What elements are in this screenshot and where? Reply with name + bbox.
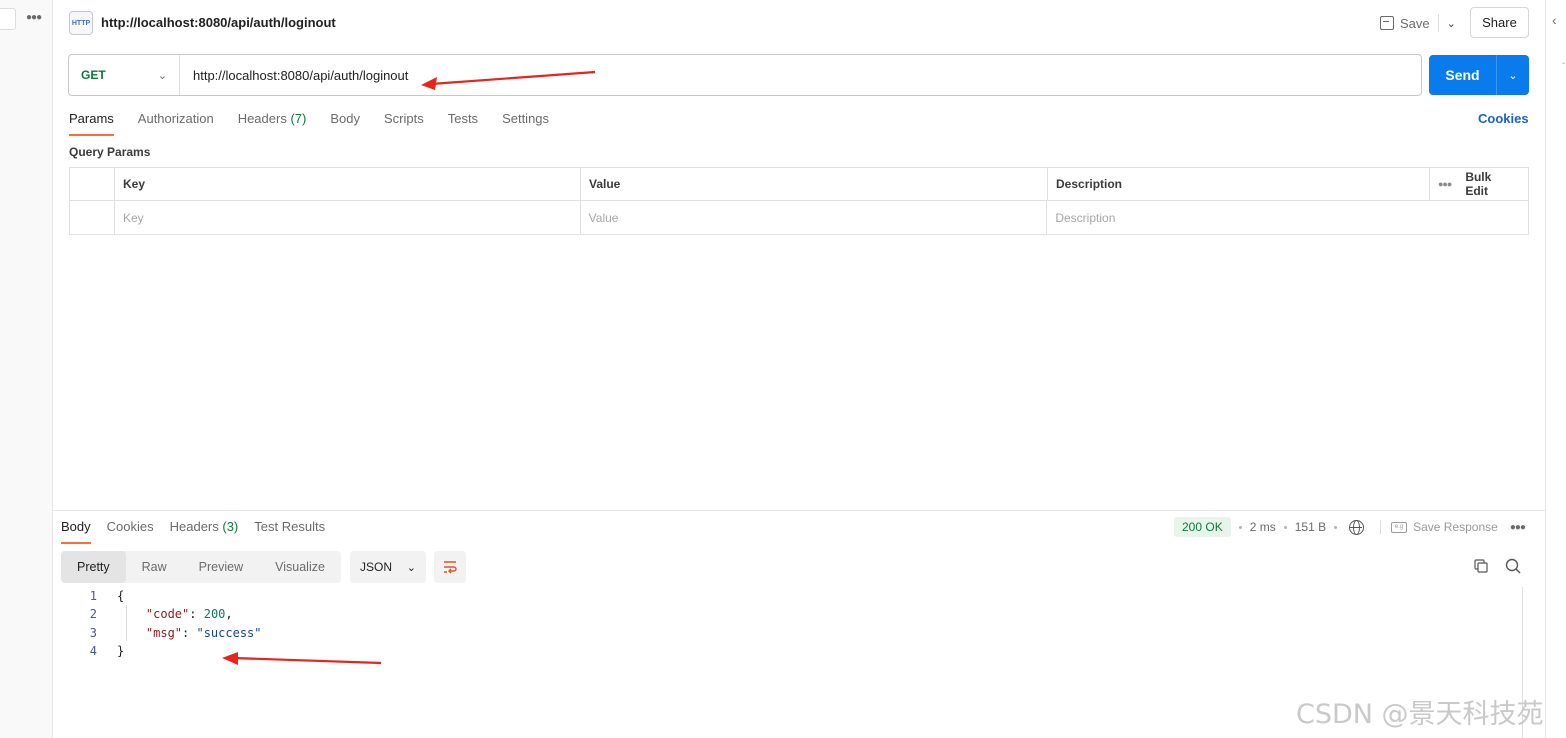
response-headers-count: (3) [222, 519, 239, 534]
response-status-row: 200 OK 2 ms 151 B e.g Save Response ●●● [1174, 516, 1526, 538]
code-text: "code": 200, [145, 607, 233, 622]
row-checkbox-cell[interactable] [70, 201, 115, 234]
request-tabs: Params Authorization Headers (7) Body Sc… [69, 108, 573, 136]
code-line: 3 "msg": "success" [61, 624, 262, 642]
key-input[interactable]: Key [115, 201, 581, 234]
description-input[interactable]: Description [1047, 201, 1528, 234]
right-sidebar-strip: ‹ ‐ [1545, 0, 1566, 738]
bulk-edit-button[interactable]: Bulk Edit [1465, 170, 1516, 198]
line-number: 1 [89, 589, 97, 604]
left-sidebar-strip: ●●● [0, 0, 53, 738]
code-line: 4 } [61, 642, 262, 660]
response-tabs: Body Cookies Headers (3) Test Results [61, 516, 341, 544]
more-options-icon[interactable]: ●●● [1510, 522, 1526, 533]
indent-guide [126, 605, 127, 641]
line-number: 3 [89, 625, 97, 640]
dot-separator [1238, 525, 1242, 529]
request-workspace: HTTP http://localhost:8080/api/auth/logi… [53, 0, 1545, 738]
method-select[interactable]: GET ⌄ [69, 55, 180, 95]
watermark: CSDN @景天科技苑 [1296, 699, 1544, 730]
response-tab-headers[interactable]: Headers (3) [170, 516, 239, 544]
line-number: 2 [89, 607, 97, 622]
save-control: Save ⌄ [1380, 10, 1456, 36]
line-number: 4 [89, 644, 97, 659]
url-bar: GET ⌄ [68, 54, 1422, 96]
copy-icon[interactable] [1474, 559, 1488, 573]
request-title[interactable]: http://localhost:8080/api/auth/loginout [101, 15, 336, 30]
tab-headers[interactable]: Headers (7) [238, 108, 307, 136]
view-pretty[interactable]: Pretty [61, 551, 126, 583]
code-line: 1 { [61, 587, 262, 605]
header-checkbox-cell [70, 168, 115, 200]
chevron-down-icon: ⌄ [157, 69, 167, 82]
wrap-lines-icon [444, 561, 457, 574]
tab-tests[interactable]: Tests [448, 108, 478, 136]
save-icon [1380, 16, 1394, 30]
view-raw[interactable]: Raw [126, 551, 183, 583]
params-header-row: Key Value Description ●●● Bulk Edit [70, 168, 1528, 201]
http-request-icon: HTTP [69, 11, 93, 35]
response-tab-cookies[interactable]: Cookies [107, 516, 154, 544]
dot-separator [1334, 525, 1338, 529]
query-params-title: Query Params [69, 145, 151, 159]
save-response-icon: e.g [1391, 521, 1408, 533]
tab-body[interactable]: Body [330, 108, 360, 136]
method-label: GET [81, 68, 106, 82]
tab-scripts[interactable]: Scripts [384, 108, 424, 136]
value-input[interactable]: Value [581, 201, 1048, 234]
response-divider[interactable] [53, 510, 1545, 511]
send-button[interactable]: Send [1429, 55, 1496, 95]
column-header-key: Key [115, 168, 581, 200]
tab-settings[interactable]: Settings [502, 108, 549, 136]
sidebar-collapse-stub[interactable] [0, 8, 16, 30]
save-divider [1437, 14, 1439, 32]
right-panel-mark-icon: ‐ [1562, 58, 1566, 69]
search-icon[interactable] [1505, 558, 1521, 574]
more-options-icon[interactable]: ●●● [26, 12, 42, 23]
url-input[interactable] [180, 55, 1421, 95]
response-time[interactable]: 2 ms [1250, 520, 1276, 534]
dot-separator [1283, 525, 1287, 529]
code-text: { [117, 589, 125, 604]
response-tab-test-results[interactable]: Test Results [254, 516, 325, 544]
tab-authorization[interactable]: Authorization [138, 108, 214, 136]
view-visualize[interactable]: Visualize [259, 551, 341, 583]
save-button[interactable]: Save [1400, 16, 1430, 31]
column-header-value: Value [581, 168, 1048, 200]
code-text: "msg": "success" [145, 625, 262, 640]
headers-count: (7) [290, 111, 307, 126]
globe-icon[interactable] [1349, 519, 1365, 535]
cookies-link[interactable]: Cookies [1478, 111, 1529, 126]
tab-params[interactable]: Params [69, 108, 114, 136]
share-button[interactable]: Share [1470, 7, 1529, 38]
params-empty-row: Key Value Description [70, 201, 1528, 234]
wrap-lines-button[interactable] [434, 551, 466, 583]
response-tab-body[interactable]: Body [61, 516, 91, 544]
bulk-edit-cell: ●●● Bulk Edit [1430, 168, 1528, 200]
response-body-code[interactable]: 1 { 2 "code": 200, 3 "msg": "success" 4 … [61, 587, 262, 660]
chevron-down-icon[interactable]: ⌄ [1447, 17, 1456, 30]
view-preview[interactable]: Preview [183, 551, 259, 583]
format-select[interactable]: JSON ⌄ [350, 551, 426, 583]
request-header: HTTP http://localhost:8080/api/auth/logi… [53, 0, 1545, 46]
format-label: JSON [360, 560, 393, 574]
code-text: } [117, 644, 125, 659]
chevron-down-icon: ⌄ [406, 561, 416, 574]
divider [1380, 520, 1382, 534]
response-view-toggle: Pretty Raw Preview Visualize [61, 551, 341, 583]
code-line: 2 "code": 200, [61, 605, 262, 623]
send-button-group: Send ⌄ [1429, 55, 1529, 95]
save-response-button[interactable]: Save Response [1413, 520, 1498, 534]
params-table: Key Value Description ●●● Bulk Edit Key … [69, 167, 1529, 235]
chevron-left-icon[interactable]: ‹ [1552, 12, 1557, 28]
more-options-icon[interactable]: ●●● [1438, 179, 1452, 189]
send-options-chevron-icon[interactable]: ⌄ [1496, 55, 1529, 95]
response-size[interactable]: 151 B [1295, 520, 1326, 534]
column-header-description: Description [1048, 168, 1430, 200]
status-badge[interactable]: 200 OK [1174, 517, 1231, 537]
